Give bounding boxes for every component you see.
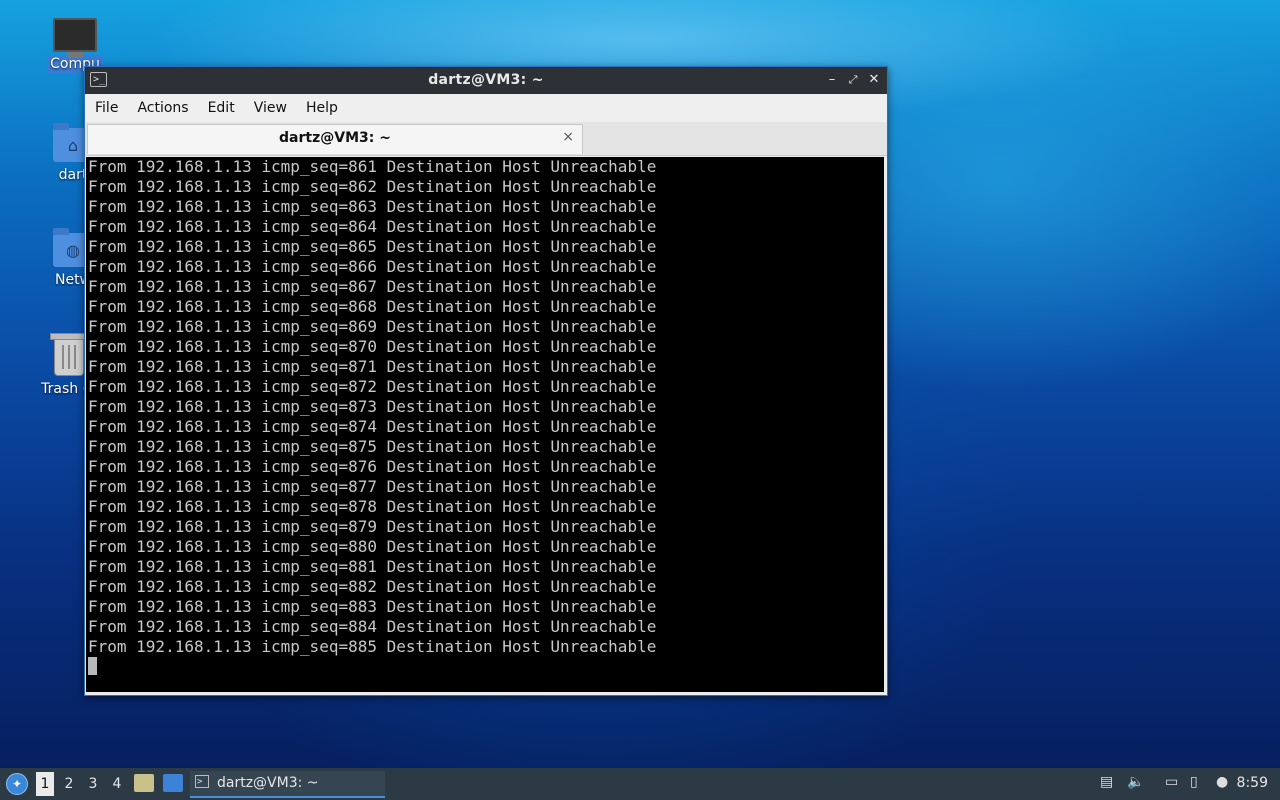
menu-edit[interactable]: Edit [198,94,244,116]
taskbar-task-label: dartz@VM3: ~ [217,775,319,791]
close-button[interactable]: ✕ [865,71,883,89]
terminal-line: From 192.168.1.13 icmp_seq=882 Destinati… [88,577,657,596]
terminal-line: From 192.168.1.13 icmp_seq=880 Destinati… [88,537,657,556]
menu-view[interactable]: View [244,94,296,116]
file-manager-icon[interactable] [134,774,154,792]
start-menu-icon[interactable]: ✦ [6,773,28,795]
clock[interactable]: 8:59 [1237,775,1268,791]
notification-icon[interactable]: ● [1216,774,1228,790]
terminal-line: From 192.168.1.13 icmp_seq=875 Destinati… [88,437,657,456]
terminal-line: From 192.168.1.13 icmp_seq=865 Destinati… [88,237,657,256]
terminal-line: From 192.168.1.13 icmp_seq=883 Destinati… [88,597,657,616]
terminal-line: From 192.168.1.13 icmp_seq=870 Destinati… [88,337,657,356]
menu-actions[interactable]: Actions [127,94,197,116]
trash-icon [50,333,90,376]
terminal-line: From 192.168.1.13 icmp_seq=861 Destinati… [88,157,657,176]
tab-bar: dartz@VM3: ~ × [85,122,887,156]
maximize-button[interactable]: ⤢ [844,71,862,89]
terminal-line: From 192.168.1.13 icmp_seq=873 Destinati… [88,397,657,416]
show-desktop-icon[interactable] [163,774,183,792]
minimize-button[interactable]: – [823,71,841,89]
updates-icon[interactable]: ▤ [1100,774,1113,790]
computer-icon [53,18,97,58]
terminal-line: From 192.168.1.13 icmp_seq=864 Destinati… [88,217,657,236]
terminal-line: From 192.168.1.13 icmp_seq=878 Destinati… [88,497,657,516]
desktop-icon-computer[interactable]: Compu [30,18,120,73]
menu-help[interactable]: Help [296,94,347,116]
workspace-2[interactable]: 2 [60,776,78,792]
taskbar: ✦ 1 2 3 4 > dartz@VM3: ~ ▤ 🔈 ▭ ▯ ● 8:59 [0,768,1280,800]
terminal-line: From 192.168.1.13 icmp_seq=866 Destinati… [88,257,657,276]
terminal-line: From 192.168.1.13 icmp_seq=876 Destinati… [88,457,657,476]
terminal-line: From 192.168.1.13 icmp_seq=881 Destinati… [88,557,657,576]
tab-close-icon[interactable]: × [562,129,574,145]
tab-title: dartz@VM3: ~ [279,130,391,146]
terminal-icon: > [195,775,209,788]
workspace-3[interactable]: 3 [84,776,102,792]
terminal-line: From 192.168.1.13 icmp_seq=867 Destinati… [88,277,657,296]
terminal-line: From 192.168.1.13 icmp_seq=884 Destinati… [88,617,657,636]
terminal-line: From 192.168.1.13 icmp_seq=871 Destinati… [88,357,657,376]
network-icon[interactable]: ▭ [1165,774,1178,790]
terminal-line: From 192.168.1.13 icmp_seq=885 Destinati… [88,637,657,656]
terminal-line: From 192.168.1.13 icmp_seq=874 Destinati… [88,417,657,436]
terminal-line: From 192.168.1.13 icmp_seq=872 Destinati… [88,377,657,396]
terminal-window[interactable]: >_ dartz@VM3: ~ – ⤢ ✕ File Actions Edit Vie… [84,66,888,696]
terminal-line: From 192.168.1.13 icmp_seq=862 Destinati… [88,177,657,196]
terminal-cursor-line [86,657,884,677]
menu-bar: File Actions Edit View Help [85,94,887,122]
terminal-line: From 192.168.1.13 icmp_seq=879 Destinati… [88,517,657,536]
terminal-line: From 192.168.1.13 icmp_seq=869 Destinati… [88,317,657,336]
terminal-line: From 192.168.1.13 icmp_seq=863 Destinati… [88,197,657,216]
menu-file[interactable]: File [85,94,127,116]
taskbar-terminal-button[interactable]: > dartz@VM3: ~ [190,771,385,798]
volume-icon[interactable]: 🔈 [1127,774,1144,790]
terminal-line: From 192.168.1.13 icmp_seq=877 Destinati… [88,477,657,496]
window-title: dartz@VM3: ~ [428,72,544,88]
window-titlebar[interactable]: >_ dartz@VM3: ~ – ⤢ ✕ [85,67,887,94]
text-cursor [88,657,97,675]
terminal-output[interactable]: From 192.168.1.13 icmp_seq=861 Destinati… [86,157,884,692]
clipboard-icon[interactable]: ▯ [1190,774,1198,790]
workspace-1[interactable]: 1 [36,772,54,796]
workspace-4[interactable]: 4 [108,776,126,792]
terminal-line: From 192.168.1.13 icmp_seq=868 Destinati… [88,297,657,316]
tab-terminal[interactable]: dartz@VM3: ~ × [87,124,583,154]
